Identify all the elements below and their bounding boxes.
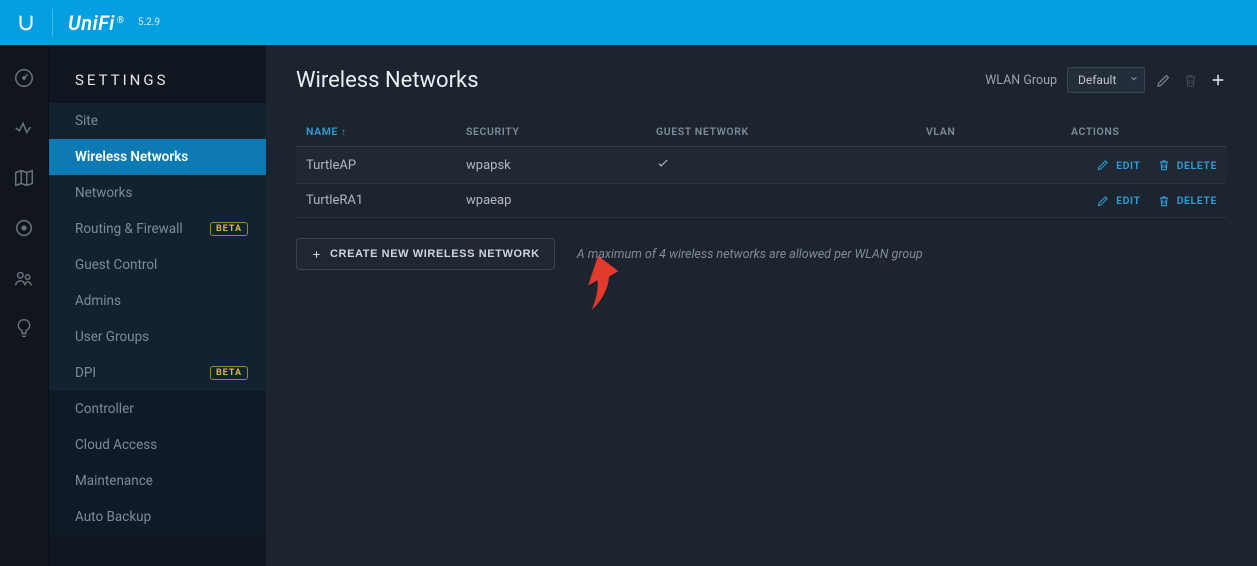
delete-button[interactable]: DELETE xyxy=(1157,194,1217,208)
main-content: Wireless Networks WLAN Group Default xyxy=(266,45,1257,566)
sidebar-item-label: Admins xyxy=(75,293,121,309)
sidebar-item-cloud-access[interactable]: Cloud Access xyxy=(49,427,266,463)
devices-icon[interactable] xyxy=(13,217,35,239)
sidebar-item-label: Site xyxy=(75,113,98,129)
create-hint: A maximum of 4 wireless networks are all… xyxy=(577,247,923,262)
topbar: UniFi® 5.2.9 xyxy=(0,0,1257,45)
settings-sidebar: SETTINGS Site Wireless Networks Networks Ro… xyxy=(48,45,266,566)
table-row: TurtleRA1wpaeap EDIT DELETE xyxy=(296,184,1227,218)
sidebar-item-wireless-networks[interactable]: Wireless Networks xyxy=(49,139,266,175)
check-icon xyxy=(656,159,670,174)
sidebar-item-networks[interactable]: Networks xyxy=(49,175,266,211)
sidebar-item-label: Maintenance xyxy=(75,473,153,489)
cell-security: wpaeap xyxy=(456,184,646,218)
pencil-icon[interactable] xyxy=(1155,72,1172,89)
sidebar-item-maintenance[interactable]: Maintenance xyxy=(49,463,266,499)
page-title: Wireless Networks xyxy=(296,68,479,93)
sidebar-item-label: Routing & Firewall xyxy=(75,221,183,237)
sidebar-item-label: Auto Backup xyxy=(75,509,151,525)
cell-security: wpapsk xyxy=(456,147,646,184)
statistics-icon[interactable] xyxy=(13,117,35,139)
wlan-group-label: WLAN Group xyxy=(985,73,1057,88)
beta-badge: BETA xyxy=(210,222,248,236)
col-actions: ACTIONS xyxy=(1061,117,1227,147)
topbar-divider xyxy=(52,9,53,37)
sidebar-item-label: Controller xyxy=(75,401,134,417)
wireless-networks-table: NAME↑ SECURITY GUEST NETWORK VLAN ACTION… xyxy=(296,117,1227,218)
cell-actions: EDIT DELETE xyxy=(1061,184,1227,218)
sidebar-item-auto-backup[interactable]: Auto Backup xyxy=(49,499,266,535)
col-name[interactable]: NAME↑ xyxy=(296,117,456,147)
cell-vlan xyxy=(916,147,1061,184)
sidebar-item-site[interactable]: Site xyxy=(49,103,266,139)
wlan-group-select[interactable]: Default xyxy=(1067,67,1145,93)
col-vlan[interactable]: VLAN xyxy=(916,117,1061,147)
chevron-down-icon xyxy=(1130,75,1138,86)
beta-badge: BETA xyxy=(210,366,248,380)
sidebar-item-label: Guest Control xyxy=(75,257,157,273)
table-row: TurtleAPwpapsk EDIT DELETE xyxy=(296,147,1227,184)
sidebar-item-admins[interactable]: Admins xyxy=(49,283,266,319)
edit-button[interactable]: EDIT xyxy=(1096,158,1141,172)
brand-name: UniFi® xyxy=(68,11,124,35)
sidebar-item-label: Networks xyxy=(75,185,132,201)
sidebar-item-label: Cloud Access xyxy=(75,437,157,453)
unifi-logo-icon xyxy=(15,12,37,34)
sidebar-item-label: Wireless Networks xyxy=(75,149,188,165)
nav-rail xyxy=(0,45,48,566)
col-security[interactable]: SECURITY xyxy=(456,117,646,147)
sidebar-item-user-groups[interactable]: User Groups xyxy=(49,319,266,355)
sidebar-item-controller[interactable]: Controller xyxy=(49,391,266,427)
cell-name: TurtleAP xyxy=(296,147,456,184)
plus-icon[interactable] xyxy=(1209,71,1227,89)
version-label: 5.2.9 xyxy=(138,17,160,28)
sidebar-item-label: User Groups xyxy=(75,329,149,345)
cell-guest xyxy=(646,184,916,218)
trash-icon xyxy=(1182,72,1199,89)
map-icon[interactable] xyxy=(13,167,35,189)
dashboard-icon[interactable] xyxy=(13,67,35,89)
sidebar-title: SETTINGS xyxy=(49,45,266,103)
sidebar-item-dpi[interactable]: DPI BETA xyxy=(49,355,266,391)
insights-icon[interactable] xyxy=(13,317,35,339)
cell-name: TurtleRA1 xyxy=(296,184,456,218)
cell-vlan xyxy=(916,184,1061,218)
col-guest[interactable]: GUEST NETWORK xyxy=(646,117,916,147)
sidebar-item-label: DPI xyxy=(75,365,96,381)
create-wireless-network-button[interactable]: CREATE NEW WIRELESS NETWORK xyxy=(296,238,555,270)
sidebar-item-routing-firewall[interactable]: Routing & Firewall BETA xyxy=(49,211,266,247)
cell-actions: EDIT DELETE xyxy=(1061,147,1227,184)
sidebar-item-guest-control[interactable]: Guest Control xyxy=(49,247,266,283)
edit-button[interactable]: EDIT xyxy=(1096,194,1141,208)
clients-icon[interactable] xyxy=(13,267,35,289)
cell-guest xyxy=(646,147,916,184)
delete-button[interactable]: DELETE xyxy=(1157,158,1217,172)
